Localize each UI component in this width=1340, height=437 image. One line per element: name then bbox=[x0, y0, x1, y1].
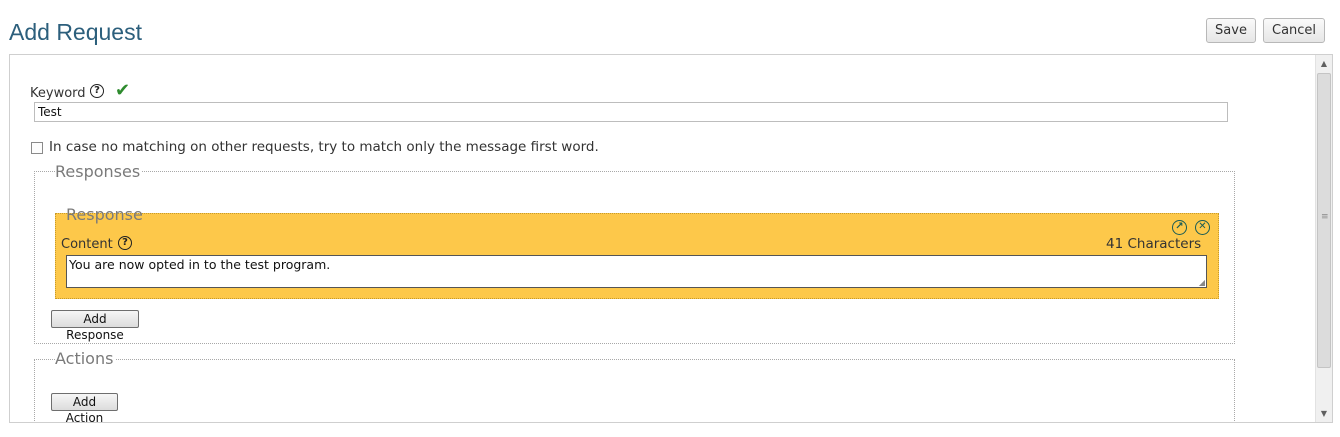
page-title: Add Request bbox=[9, 19, 142, 45]
resize-grip-icon[interactable]: ◢ bbox=[1199, 278, 1205, 287]
response-content-text: You are now opted in to the test program… bbox=[69, 257, 331, 272]
add-response-button[interactable]: Add Response bbox=[51, 310, 139, 342]
actions-legend: Actions bbox=[55, 349, 116, 368]
thumb-grip-icon: ≡ bbox=[1321, 212, 1329, 222]
request-form-panel: Keyword ? ✔ In case no matching on other… bbox=[9, 54, 1333, 423]
first-word-match-checkbox[interactable] bbox=[31, 142, 43, 154]
responses-legend: Responses bbox=[55, 162, 143, 181]
scroll-thumb[interactable]: ≡ bbox=[1317, 73, 1331, 368]
response-legend: Response bbox=[66, 205, 143, 224]
first-word-match-label: In case no matching on other requests, t… bbox=[49, 139, 599, 155]
expand-icon[interactable]: ↗ bbox=[1172, 220, 1187, 235]
keyword-valid-check-icon: ✔ bbox=[115, 80, 131, 101]
vertical-scrollbar[interactable]: ▲ ≡ ▼ bbox=[1315, 55, 1332, 422]
scroll-up-icon[interactable]: ▲ bbox=[1316, 55, 1332, 72]
response-content-textarea[interactable]: You are now opted in to the test program… bbox=[66, 255, 1207, 288]
keyword-help-icon[interactable]: ? bbox=[90, 84, 104, 98]
keyword-label: Keyword bbox=[30, 86, 86, 101]
content-help-icon[interactable]: ? bbox=[118, 236, 132, 250]
scroll-down-icon[interactable]: ▼ bbox=[1316, 405, 1332, 422]
add-action-button[interactable]: Add Action bbox=[51, 393, 118, 422]
actions-fieldset bbox=[34, 359, 1235, 422]
save-button[interactable]: Save bbox=[1206, 18, 1256, 43]
keyword-input[interactable] bbox=[34, 102, 1228, 122]
cancel-button[interactable]: Cancel bbox=[1263, 18, 1325, 43]
content-label: Content bbox=[61, 237, 113, 252]
remove-response-icon[interactable]: ✕ bbox=[1195, 220, 1210, 235]
character-count: 41 Characters bbox=[1106, 236, 1202, 252]
